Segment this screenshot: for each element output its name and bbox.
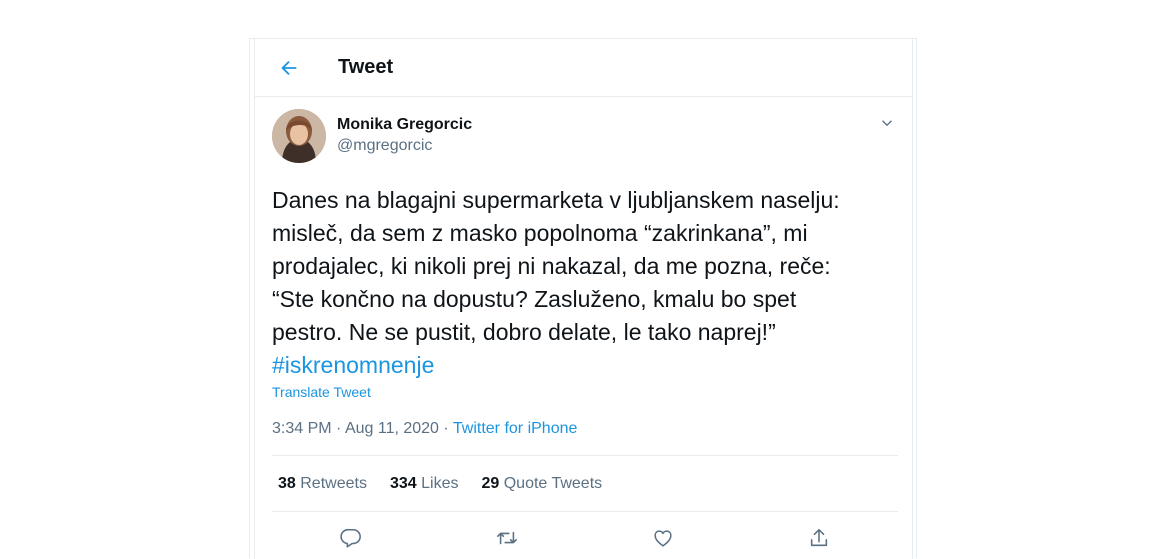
share-icon (810, 528, 828, 547)
reply-button[interactable] (338, 525, 364, 551)
divider (272, 455, 898, 456)
tweet-meta: 3:34 PM · Aug 11, 2020 · Twitter for iPh… (272, 420, 577, 438)
tweet-column: Tweet Monika Gregorcic @mgregorcic Danes… (254, 39, 913, 559)
tweet-actions (255, 525, 912, 555)
retweet-button[interactable] (494, 525, 520, 551)
tweet-text: Danes na blagajni supermarketa v ljublja… (272, 184, 892, 382)
share-button[interactable] (806, 525, 832, 551)
quote-tweets-stat[interactable]: 29 Quote Tweets (481, 475, 602, 493)
likes-label: Likes (421, 475, 459, 492)
retweets-label: Retweets (300, 475, 367, 492)
meta-separator: · (336, 420, 342, 437)
tweet-time[interactable]: 3:34 PM (272, 420, 332, 437)
author-handle[interactable]: @mgregorcic (337, 137, 432, 155)
author-name[interactable]: Monika Gregorcic (337, 116, 472, 134)
avatar[interactable] (272, 109, 326, 163)
retweets-count: 38 (278, 475, 296, 492)
hashtag-link[interactable]: #iskrenomnenje (272, 352, 434, 378)
back-button[interactable] (273, 52, 305, 84)
arrow-left-icon (281, 60, 297, 76)
retweets-stat[interactable]: 38 Retweets (278, 475, 367, 493)
more-options-button[interactable] (877, 113, 897, 133)
like-button[interactable] (650, 525, 676, 551)
page-title: Tweet (338, 56, 394, 78)
chevron-down-icon (882, 120, 892, 127)
header-bar: Tweet (255, 39, 912, 97)
likes-count: 334 (389, 475, 417, 492)
tweet-body: Danes na blagajni supermarketa v ljublja… (272, 187, 840, 345)
reply-icon (340, 528, 361, 548)
tweet-date[interactable]: Aug 11, 2020 (345, 420, 439, 437)
avatar-image (272, 109, 326, 163)
likes-stat[interactable]: 334 Likes (390, 475, 459, 493)
tweet-source-link[interactable]: Twitter for iPhone (453, 420, 578, 437)
retweet-icon (497, 531, 517, 545)
tweet-stats: 38 Retweets 334 Likes 29 Quote Tweets (278, 475, 602, 493)
quotes-count: 29 (481, 475, 500, 492)
quotes-label: Quote Tweets (503, 475, 603, 492)
heart-icon (654, 530, 672, 547)
meta-separator: · (443, 420, 449, 437)
translate-tweet-link[interactable]: Translate Tweet (272, 384, 371, 400)
divider (272, 511, 898, 512)
